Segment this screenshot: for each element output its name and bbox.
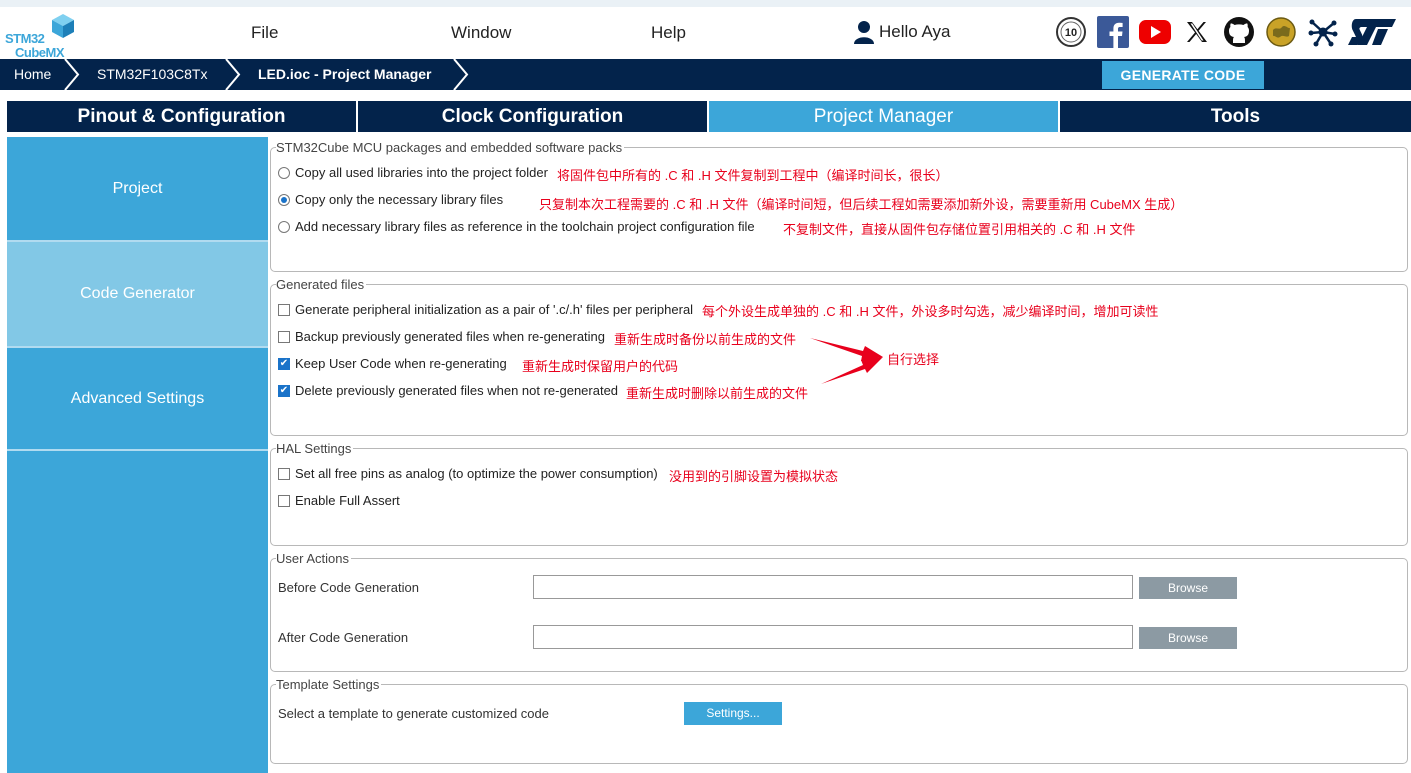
chevron-right-icon (64, 59, 80, 90)
generated-option-backup-label: Backup previously generated files when r… (295, 329, 606, 344)
annotation-copy-all: 将固件包中所有的 .C 和 .H 文件复制到工程中（编译时间长，很长） (557, 168, 949, 183)
packages-option-reference[interactable]: Add necessary library files as reference… (278, 219, 755, 234)
before-generation-input[interactable] (533, 575, 1133, 599)
x-twitter-icon[interactable] (1180, 15, 1214, 49)
tab-clock-configuration[interactable]: Clock Configuration (358, 101, 709, 132)
packages-option-copy-necessary[interactable]: Copy only the necessary library files (278, 192, 503, 207)
generated-option-keep-user-code[interactable]: ✔ Keep User Code when re-generating (278, 356, 507, 371)
tab-tools[interactable]: Tools (1060, 101, 1411, 132)
chevron-right-icon (453, 59, 469, 90)
radio-copy-all[interactable] (278, 166, 290, 179)
breadcrumb-mcu[interactable]: STM32F103C8Tx (97, 59, 207, 90)
hal-settings-group (270, 448, 1408, 546)
youtube-icon[interactable] (1138, 15, 1172, 49)
st-logo-icon[interactable] (1348, 15, 1396, 49)
packages-option-copy-all-label: Copy all used libraries into the project… (295, 165, 548, 180)
menu-help[interactable]: Help (651, 23, 686, 43)
menu-file[interactable]: File (251, 23, 278, 43)
generated-option-delete-label: Delete previously generated files when n… (295, 383, 619, 398)
radio-reference[interactable] (278, 220, 290, 233)
network-icon[interactable] (1306, 15, 1340, 49)
sidebar-item-project[interactable]: Project (7, 137, 268, 240)
community-icon[interactable] (1264, 15, 1298, 49)
radio-copy-necessary[interactable] (278, 193, 290, 206)
sidebar-item-code-generator[interactable]: Code Generator (7, 242, 268, 346)
after-generation-label: After Code Generation (278, 630, 409, 645)
header: STM32 CubeMX File Window Help Hello Aya … (0, 7, 1411, 60)
template-settings-group (270, 684, 1408, 764)
breadcrumb-home[interactable]: Home (14, 59, 51, 90)
tab-project-manager[interactable]: Project Manager (709, 101, 1060, 132)
10-years-badge-icon[interactable]: 10 (1054, 15, 1088, 49)
annotation-reference: 不复制文件，直接从固件包存储位置引用相关的 .C 和 .H 文件 (783, 222, 1136, 237)
logo-text-stm32: STM32 (5, 31, 45, 46)
before-generation-browse-button[interactable]: Browse (1139, 577, 1237, 599)
after-generation-input[interactable] (533, 625, 1133, 649)
annotation-backup: 重新生成时备份以前生成的文件 (614, 332, 797, 347)
before-generation-label: Before Code Generation (278, 580, 419, 595)
cube-icon (52, 14, 74, 38)
template-settings-button[interactable]: Settings... (684, 702, 782, 725)
hal-option-full-assert-label: Enable Full Assert (295, 493, 400, 508)
sidebar-divider (7, 449, 268, 451)
top-strip (0, 0, 1411, 7)
logo-text-cubemx: CubeMX (15, 45, 65, 60)
user-menu[interactable]: Hello Aya (853, 20, 951, 44)
hal-option-analog-pins[interactable]: Set all free pins as analog (to optimize… (278, 466, 658, 481)
generated-option-delete[interactable]: ✔ Delete previously generated files when… (278, 383, 618, 398)
facebook-icon[interactable] (1096, 15, 1130, 49)
packages-legend: STM32Cube MCU packages and embedded soft… (276, 140, 625, 155)
packages-option-copy-all[interactable]: Copy all used libraries into the project… (278, 165, 548, 180)
github-icon[interactable] (1222, 15, 1256, 49)
user-actions-legend: User Actions (276, 551, 351, 566)
breadcrumb-project[interactable]: LED.ioc - Project Manager (258, 59, 431, 90)
annotation-per-peripheral: 每个外设生成单独的 .C 和 .H 文件，外设多时勾选，减少编译时间，增加可读性 (702, 304, 1159, 319)
generated-option-per-peripheral[interactable]: Generate peripheral initialization as a … (278, 302, 693, 317)
annotation-choose-yourself: 自行选择 (887, 352, 940, 367)
generated-option-keep-user-code-label: Keep User Code when re-generating (295, 356, 507, 371)
hal-option-full-assert[interactable]: Enable Full Assert (278, 493, 400, 508)
hal-option-analog-pins-label: Set all free pins as analog (to optimize… (295, 466, 658, 481)
annotation-delete: 重新生成时删除以前生成的文件 (626, 386, 809, 401)
annotation-analog-pins: 没用到的引脚设置为模拟状态 (669, 469, 839, 484)
hal-settings-legend: HAL Settings (276, 441, 354, 456)
checkbox-keep-user-code[interactable]: ✔ (278, 357, 290, 370)
after-generation-browse-button[interactable]: Browse (1139, 627, 1237, 649)
stm32cubemx-logo: STM32 CubeMX (5, 13, 77, 60)
template-label: Select a template to generate customized… (278, 706, 549, 721)
template-settings-legend: Template Settings (276, 677, 382, 692)
chevron-right-icon (225, 59, 241, 90)
annotation-keep-user-code: 重新生成时保留用户的代码 (522, 359, 679, 374)
checkbox-backup[interactable] (278, 330, 290, 343)
checkbox-delete[interactable]: ✔ (278, 384, 290, 397)
checkbox-full-assert[interactable] (278, 494, 290, 507)
generated-files-legend: Generated files (276, 277, 367, 292)
annotation-arrows (810, 338, 883, 384)
user-greeting: Hello Aya (879, 22, 951, 41)
generated-option-backup[interactable]: Backup previously generated files when r… (278, 329, 605, 344)
user-icon (854, 21, 874, 44)
checkbox-per-peripheral[interactable] (278, 303, 290, 316)
generated-option-per-peripheral-label: Generate peripheral initialization as a … (295, 302, 694, 317)
menu-window[interactable]: Window (451, 23, 511, 43)
project-manager-sidebar: Project Code Generator Advanced Settings (7, 137, 268, 773)
tab-pinout-configuration[interactable]: Pinout & Configuration (7, 101, 358, 132)
packages-option-copy-necessary-label: Copy only the necessary library files (295, 192, 504, 207)
checkbox-analog-pins[interactable] (278, 467, 290, 480)
main-tabs: Pinout & Configuration Clock Configurati… (7, 101, 1411, 132)
annotation-copy-necessary: 只复制本次工程需要的 .C 和 .H 文件（编译时间短，但后续工程如需要添加新外… (539, 197, 1184, 212)
packages-option-reference-label: Add necessary library files as reference… (295, 219, 755, 234)
generate-code-button[interactable]: GENERATE CODE (1102, 61, 1264, 89)
sidebar-item-advanced-settings[interactable]: Advanced Settings (7, 348, 268, 450)
svg-text:10: 10 (1065, 27, 1077, 39)
social-links: 10 (1054, 15, 1396, 49)
